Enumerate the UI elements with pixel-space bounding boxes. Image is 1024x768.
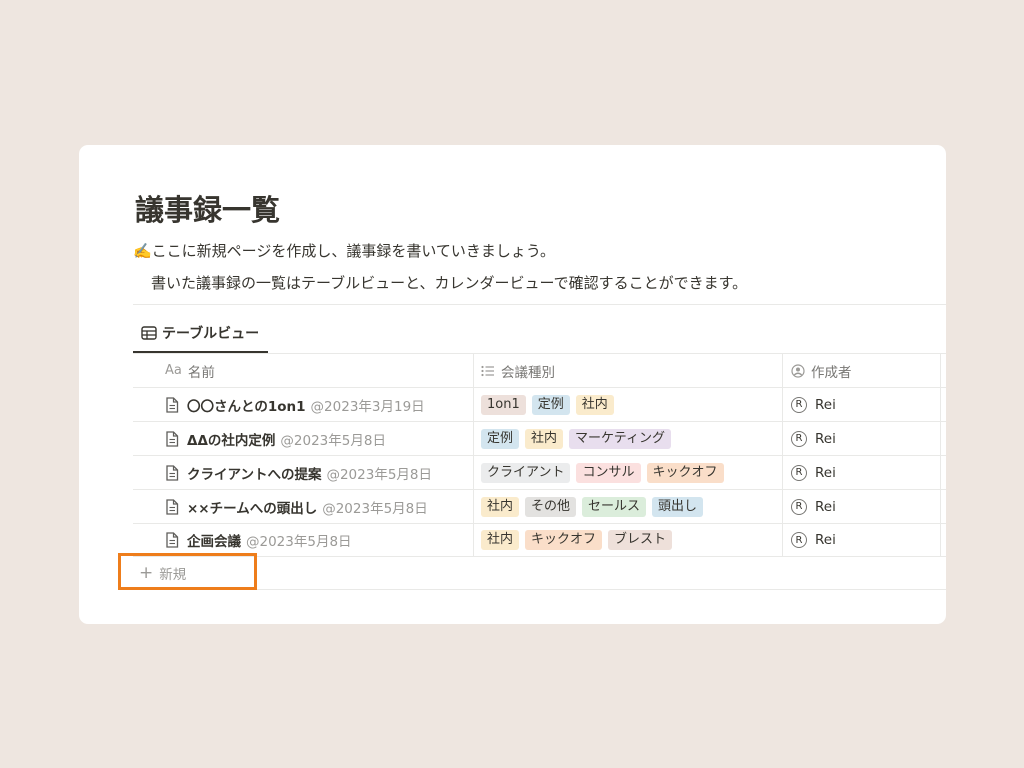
new-row-label: 新規 (159, 567, 187, 583)
tab-table-view[interactable]: テーブルビュー (133, 315, 268, 353)
tag: 頭出し (652, 496, 704, 517)
column-header-label: 会議種別 (501, 364, 555, 381)
author-name: Rei (815, 396, 836, 413)
text-type-icon: Aa (165, 363, 182, 378)
tag: 定例 (531, 394, 570, 415)
meeting-type-cell[interactable]: 1on1 定例 社内 (474, 388, 783, 421)
tag: キックオフ (646, 462, 724, 483)
avatar: R (791, 532, 807, 548)
row-spacer (941, 388, 946, 421)
table-icon (140, 324, 158, 342)
document-icon (165, 498, 181, 515)
row-spacer (941, 456, 946, 489)
page-name[interactable]: 企画会議 (187, 530, 241, 550)
author-name: Rei (815, 498, 836, 515)
table-row[interactable]: 〇〇さんとの1on1 @2023年3月19日 1on1 定例 社内 R Rei (133, 387, 946, 421)
date-mention[interactable]: @2023年5月8日 (326, 463, 432, 483)
tag: その他 (525, 496, 577, 517)
page-name[interactable]: クライアントへの提案 (187, 463, 321, 483)
table-row[interactable]: クライアントへの提案 @2023年5月8日 クライアント コンサル キックオフ R Rei (133, 455, 946, 489)
page-name[interactable]: ΔΔの社内定例 (187, 429, 275, 449)
column-header-author[interactable]: 作成者 (783, 354, 941, 387)
table-header-row: Aa 名前 会議種別 作成者 (133, 353, 946, 387)
database-table: Aa 名前 会議種別 作成者 〇〇さんとの1on1 @2023年3月19日 1o… (133, 353, 946, 590)
column-header-name[interactable]: Aa 名前 (133, 354, 474, 387)
page-title: 議事録一覧 (135, 193, 281, 227)
meeting-type-cell[interactable]: 定例 社内 マーケティング (474, 422, 783, 455)
tag: ブレスト (608, 530, 673, 550)
tag: 定例 (481, 428, 520, 449)
document-icon (165, 464, 181, 481)
tag: 社内 (575, 394, 614, 415)
tag: セールス (582, 496, 647, 517)
avatar: R (791, 498, 807, 515)
document-icon (165, 532, 181, 549)
plus-icon: + (139, 563, 154, 583)
description-line-2: 書いた議事録の一覧はテーブルビューと、カレンダービューで確認することができます。 (151, 274, 748, 292)
column-header-label: 名前 (187, 364, 215, 381)
row-spacer (941, 422, 946, 455)
tag: 社内 (481, 496, 520, 517)
date-mention[interactable]: @2023年5月8日 (322, 497, 428, 517)
author-cell[interactable]: R Rei (783, 524, 941, 556)
author-cell[interactable]: R Rei (783, 422, 941, 455)
author-name: Rei (815, 464, 836, 481)
name-cell[interactable]: クライアントへの提案 @2023年5月8日 (133, 456, 474, 489)
table-body: 〇〇さんとの1on1 @2023年3月19日 1on1 定例 社内 R Rei ΔΔの社内定例… (133, 387, 946, 557)
database-page: 議事録一覧 ✍️ここに新規ページを作成し、議事録を書いていきましょう。 書いた議… (79, 145, 946, 624)
tag: 社内 (525, 428, 564, 449)
avatar: R (791, 464, 807, 481)
tag: マーケティング (569, 428, 671, 449)
column-header-meeting-type[interactable]: 会議種別 (474, 354, 783, 387)
tag: 社内 (481, 530, 520, 550)
table-row[interactable]: ××チームへの頭出し @2023年5月8日 社内 その他 セールス 頭出し R Rei (133, 489, 946, 523)
tag: 1on1 (481, 394, 526, 415)
author-cell[interactable]: R Rei (783, 490, 941, 523)
name-cell[interactable]: 〇〇さんとの1on1 @2023年3月19日 (133, 388, 474, 421)
tag: コンサル (576, 462, 641, 483)
list-icon (481, 365, 495, 377)
new-row-button[interactable]: + 新規 (133, 557, 946, 590)
avatar: R (791, 430, 807, 447)
document-icon (165, 396, 181, 413)
table-row[interactable]: ΔΔの社内定例 @2023年5月8日 定例 社内 マーケティング R Rei (133, 421, 946, 455)
date-mention[interactable]: @2023年5月8日 (246, 530, 352, 550)
table-row[interactable]: 企画会議 @2023年5月8日 社内 キックオフ ブレスト R Rei (133, 523, 946, 557)
meeting-type-cell[interactable]: 社内 その他 セールス 頭出し (474, 490, 783, 523)
divider (133, 304, 946, 305)
person-icon (791, 363, 805, 378)
avatar: R (791, 396, 807, 413)
page-name[interactable]: ××チームへの頭出し (187, 497, 317, 517)
description-line-1: ✍️ここに新規ページを作成し、議事録を書いていきましょう。 (133, 242, 556, 260)
name-cell[interactable]: ΔΔの社内定例 @2023年5月8日 (133, 422, 474, 455)
meeting-type-cell[interactable]: クライアント コンサル キックオフ (474, 456, 783, 489)
tag: クライアント (481, 462, 571, 483)
meeting-type-cell[interactable]: 社内 キックオフ ブレスト (474, 524, 783, 556)
date-mention[interactable]: @2023年5月8日 (280, 429, 386, 449)
tab-label: テーブルビュー (162, 326, 260, 342)
author-cell[interactable]: R Rei (783, 456, 941, 489)
document-icon (165, 430, 181, 447)
tag: キックオフ (525, 530, 603, 550)
column-spacer (941, 354, 946, 387)
author-name: Rei (815, 430, 836, 447)
page-name[interactable]: 〇〇さんとの1on1 (187, 395, 306, 415)
row-spacer (941, 524, 946, 556)
column-header-label: 作成者 (811, 364, 852, 381)
author-cell[interactable]: R Rei (783, 388, 941, 421)
date-mention[interactable]: @2023年3月19日 (311, 395, 425, 415)
row-spacer (941, 490, 946, 523)
author-name: Rei (815, 532, 836, 548)
name-cell[interactable]: 企画会議 @2023年5月8日 (133, 524, 474, 556)
name-cell[interactable]: ××チームへの頭出し @2023年5月8日 (133, 490, 474, 523)
